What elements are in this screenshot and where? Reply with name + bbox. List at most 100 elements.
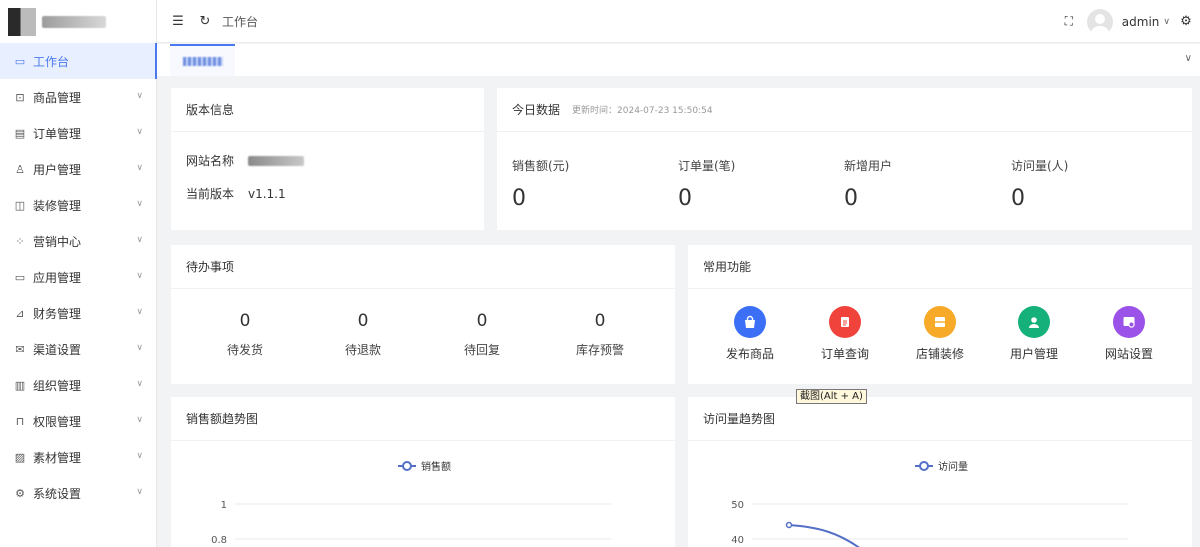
chart-legend[interactable]: 销售额	[398, 460, 451, 473]
sidebar-item-system-settings[interactable]: ⚙ 系统设置 ∨	[0, 475, 156, 511]
sidebar-item-marketing[interactable]: ⁘ 营销中心 ∨	[0, 223, 156, 259]
visits-series-line	[788, 524, 860, 547]
legend-label: 访问量	[938, 460, 968, 473]
sidebar-item-applications[interactable]: ▭ 应用管理 ∨	[0, 259, 156, 295]
monitor-icon: ▭	[14, 54, 26, 68]
stat-value: 0	[678, 186, 692, 211]
sidebar-item-decoration[interactable]: ◫ 装修管理 ∨	[0, 187, 156, 223]
stat-label: 新增用户	[844, 159, 893, 173]
store-icon	[924, 306, 956, 338]
user-icon: ♙	[15, 162, 25, 176]
fullscreen-icon[interactable]: ⛶	[1061, 14, 1077, 30]
tab-label-blurred	[182, 56, 223, 66]
todo-item-to-reply[interactable]: 0 待回复	[442, 311, 522, 358]
site-name-row: 网站名称	[171, 152, 484, 169]
sidebar-item-dashboard[interactable]: ▭ 工作台	[0, 43, 157, 79]
sidebar-item-users[interactable]: ♙ 用户管理 ∨	[0, 151, 156, 187]
bag-icon	[734, 306, 766, 338]
function-label: 订单查询	[820, 347, 869, 361]
legend-label: 销售额	[421, 460, 451, 473]
stat-orders: 订单量(笔) 0	[678, 157, 735, 211]
apps-icon: ⁘	[15, 234, 25, 248]
todo-label: 待退款	[344, 343, 381, 357]
chevron-down-icon[interactable]: ∨	[1185, 53, 1192, 64]
card-title: 常用功能	[688, 245, 1192, 289]
function-store-decoration[interactable]: 店铺装修	[905, 306, 975, 362]
function-publish-product[interactable]: 发布商品	[715, 306, 785, 362]
sidebar-item-channels[interactable]: ✉ 渠道设置 ∨	[0, 331, 156, 367]
chevron-down-icon: ∨	[136, 163, 143, 173]
legend-marker	[919, 461, 929, 471]
sidebar-item-label: 权限管理	[33, 414, 82, 429]
refresh-icon[interactable]: ↻	[197, 13, 213, 29]
chart-icon: ⊿	[15, 306, 25, 320]
username[interactable]: admin	[1122, 15, 1160, 29]
data-point[interactable]	[785, 521, 793, 529]
chart-legend[interactable]: 访问量	[915, 460, 968, 473]
site-name-label: 网站名称	[186, 154, 235, 168]
breadcrumb: 工作台	[222, 14, 259, 29]
sidebar-item-label: 组织管理	[33, 378, 82, 393]
sales-trend-chart: 销售额 1 0.8	[211, 460, 611, 546]
common-functions-card: 常用功能 发布商品 订单查询 店铺装修 用户管理 网站设置	[688, 245, 1192, 384]
chevron-down-icon: ∨	[136, 415, 143, 425]
sidebar-item-label: 系统设置	[33, 486, 82, 501]
sidebar-item-organization[interactable]: ▥ 组织管理 ∨	[0, 367, 156, 403]
sidebar-item-label: 工作台	[33, 54, 70, 69]
chevron-down-icon: ∨	[136, 199, 143, 209]
todo-item-to-ship[interactable]: 0 待发货	[205, 311, 285, 358]
sidebar-menu: ▭ 工作台 ⊡ 商品管理 ∨ ▤ 订单管理 ∨ ♙ 用户管理 ∨ ◫ 装修管理	[0, 43, 157, 511]
function-label: 网站设置	[1104, 347, 1153, 361]
tab-dashboard[interactable]	[170, 44, 235, 76]
sidebar-item-label: 渠道设置	[33, 342, 82, 357]
gear-icon[interactable]: ⚙	[1178, 14, 1194, 30]
card-header: 今日数据 更新时间：2024-07-23 15:50:54	[497, 88, 1192, 132]
todo-label: 待回复	[463, 343, 500, 357]
todo-item-stock-warning[interactable]: 0 库存预警	[560, 311, 640, 358]
stat-value: 0	[844, 186, 858, 211]
version-label: 当前版本	[186, 187, 235, 201]
todo-label: 待发货	[226, 343, 263, 357]
logo[interactable]	[0, 0, 156, 43]
sidebar-item-finance[interactable]: ⊿ 财务管理 ∨	[0, 295, 156, 331]
stat-label: 访问量(人)	[1011, 159, 1069, 173]
logo-mark	[8, 7, 36, 36]
top-header: ☰ ↻ 工作台 ⛶ admin ∨ ⚙	[157, 0, 1200, 43]
chevron-down-icon[interactable]: ∨	[1163, 17, 1170, 27]
version-value: v1.1.1	[248, 186, 286, 201]
card-title: 待办事项	[171, 245, 675, 289]
sidebar-item-label: 用户管理	[33, 162, 82, 177]
function-user-management[interactable]: 用户管理	[999, 306, 1069, 362]
sidebar-item-permissions[interactable]: ⊓ 权限管理 ∨	[0, 403, 156, 439]
sidebar-item-label: 装修管理	[33, 198, 82, 213]
todo-item-to-refund[interactable]: 0 待退款	[323, 311, 403, 358]
document-icon: ▤	[14, 126, 26, 140]
clipboard-icon	[829, 306, 861, 338]
sidebar-item-materials[interactable]: ▨ 素材管理 ∨	[0, 439, 156, 475]
y-tick-label: 1	[221, 500, 227, 511]
y-tick-label: 40	[731, 535, 744, 546]
site-name-value-blurred	[248, 155, 304, 166]
todo-list: 0 待发货 0 待退款 0 待回复 0 库存预警	[171, 289, 675, 383]
card-title: 版本信息	[171, 88, 484, 132]
avatar[interactable]	[1086, 8, 1113, 35]
function-site-settings[interactable]: 网站设置	[1094, 306, 1164, 362]
shopping-bag-icon: ⊡	[15, 90, 25, 104]
function-list: 发布商品 订单查询 店铺装修 用户管理 网站设置	[688, 289, 1192, 383]
menu-collapse-icon[interactable]: ☰	[170, 13, 186, 29]
card-title: 今日数据	[512, 103, 561, 117]
sidebar-item-products[interactable]: ⊡ 商品管理 ∨	[0, 79, 156, 115]
y-tick-label: 50	[731, 500, 744, 511]
stat-label: 销售额(元)	[512, 159, 570, 173]
visits-trend-chart: 访问量 50 40	[731, 460, 1128, 547]
visits-trend-card: 访问量趋势图 访问量 50 40	[688, 397, 1192, 547]
sidebar-item-orders[interactable]: ▤ 订单管理 ∨	[0, 115, 156, 151]
function-order-query[interactable]: 订单查询	[810, 306, 880, 362]
chart-title: 访问量趋势图	[688, 397, 1192, 441]
screenshot-tooltip: 截图(Alt + A)	[796, 389, 867, 404]
version-info-card: 版本信息 网站名称 当前版本 v1.1.1	[171, 88, 484, 230]
todo-label: 库存预警	[575, 343, 624, 357]
sales-trend-card: 销售额趋势图 销售额 1 0.8	[171, 397, 675, 547]
header-right: ⛶ admin ∨ ⚙	[1061, 0, 1200, 43]
todo-value: 0	[476, 311, 488, 331]
